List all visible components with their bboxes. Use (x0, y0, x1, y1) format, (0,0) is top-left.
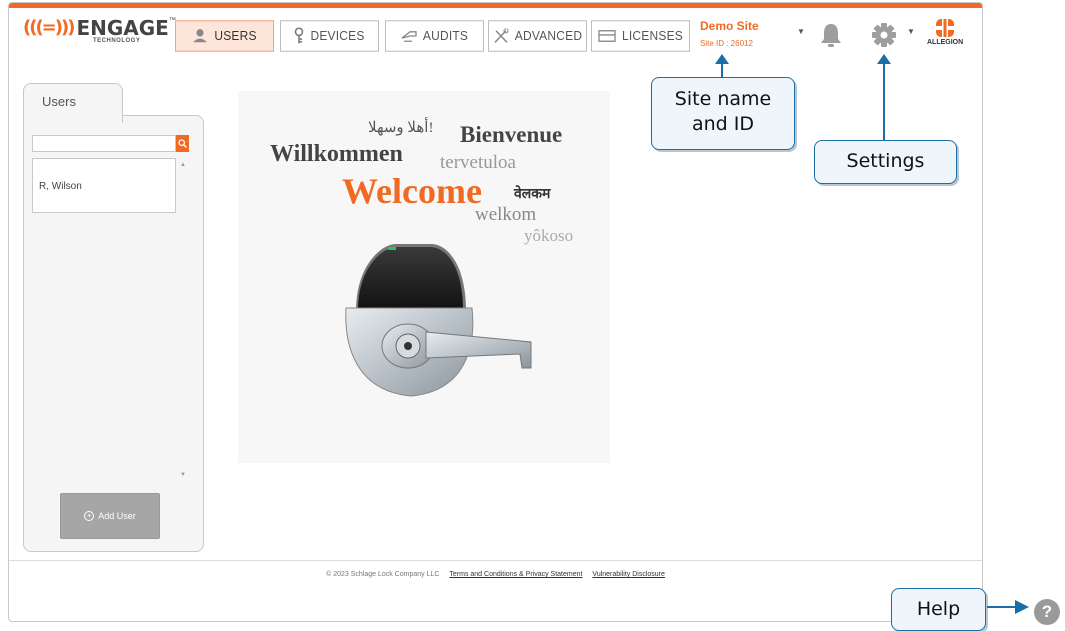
tools-icon (494, 28, 509, 43)
welcome-word-french: Bienvenue (460, 122, 563, 147)
copyright-text: © 2023 Schlage Lock Company LLC (326, 571, 440, 578)
vulnerability-disclosure-link[interactable]: Vulnerability Disclosure (592, 571, 665, 578)
top-accent-bar (9, 3, 982, 8)
tab-devices[interactable]: DEVICES (280, 20, 379, 52)
welcome-image: أهلا وسهلا! Bienvenue Willkommen tervetu… (238, 91, 610, 463)
engage-logo-subtitle: TECHNOLOGY (93, 38, 141, 44)
site-callout: Site name and ID (651, 77, 795, 150)
welcome-word-english: Welcome (342, 171, 482, 211)
welcome-word-dutch: welkom (475, 204, 537, 225)
settings-callout: Settings (814, 140, 957, 184)
scroll-down-arrow-icon[interactable]: ▼ (180, 472, 186, 478)
help-callout: Help (891, 588, 986, 631)
add-user-button[interactable]: + Add User (60, 493, 160, 539)
tab-advanced-label: ADVANCED (514, 28, 583, 44)
allegion-logo-text: ALLEGION (927, 39, 964, 46)
allegion-logo-mark (936, 19, 955, 37)
terms-link[interactable]: Terms and Conditions & Privacy Statement (449, 571, 582, 578)
tab-users[interactable]: USERS (175, 20, 274, 52)
engage-logo-word: ENGAGE (76, 16, 169, 40)
audit-icon (401, 31, 417, 42)
site-callout-line (721, 62, 723, 78)
site-callout-arrow-icon (715, 54, 729, 64)
users-panel: R, Wilson ▲ ▼ + Add User (23, 115, 204, 552)
engage-logo[interactable]: (((=))) ENGAGE ™ TECHNOLOGY (23, 16, 176, 44)
search-button[interactable] (176, 135, 189, 152)
tab-licenses-label: LICENSES (622, 28, 683, 44)
settings-callout-arrow-icon (877, 54, 891, 64)
site-name[interactable]: Demo Site (700, 19, 759, 33)
settings-dropdown-caret-icon[interactable]: ▼ (907, 27, 915, 36)
welcome-word-hindi: वेलकम (514, 186, 551, 202)
settings-gear-icon[interactable] (871, 22, 897, 53)
license-icon (598, 30, 616, 42)
site-dropdown-caret-icon[interactable]: ▼ (797, 27, 805, 36)
tab-users-label: USERS (214, 28, 257, 44)
tab-devices-label: DEVICES (310, 28, 365, 44)
tab-advanced[interactable]: ADVANCED (488, 20, 587, 52)
tab-audits[interactable]: AUDITS (385, 20, 484, 52)
user-icon (193, 29, 208, 43)
user-search-input[interactable] (32, 135, 176, 152)
user-list: R, Wilson (32, 158, 176, 213)
tab-audits-label: AUDITS (422, 28, 469, 44)
tab-licenses[interactable]: LICENSES (591, 20, 690, 52)
notifications-bell-icon[interactable] (820, 22, 842, 53)
key-icon (295, 27, 304, 44)
help-callout-line (987, 606, 1017, 608)
allegion-logo: ALLEGION (927, 18, 963, 46)
settings-callout-line (883, 62, 885, 140)
help-icon[interactable]: ? (1034, 599, 1060, 625)
engage-logo-mark: (((=))) (23, 17, 75, 38)
welcome-word-german: Willkommen (270, 141, 403, 167)
list-item[interactable]: R, Wilson (39, 181, 175, 192)
add-user-label: Add User (98, 511, 136, 521)
footer-divider (9, 560, 982, 561)
plus-circle-icon: + (84, 511, 95, 521)
smart-lock-image (345, 244, 532, 397)
site-id: Site ID : 26012 (700, 39, 753, 48)
help-callout-arrow-icon (1015, 600, 1029, 614)
users-panel-tab[interactable]: Users (23, 83, 123, 123)
scroll-up-arrow-icon[interactable]: ▲ (180, 162, 186, 168)
welcome-word-arabic: أهلا وسهلا! (368, 120, 434, 136)
app-window: (((=))) ENGAGE ™ TECHNOLOGY USERS DEVICE… (8, 2, 983, 622)
search-icon (178, 139, 187, 148)
footer: © 2023 Schlage Lock Company LLC Terms an… (9, 571, 982, 578)
